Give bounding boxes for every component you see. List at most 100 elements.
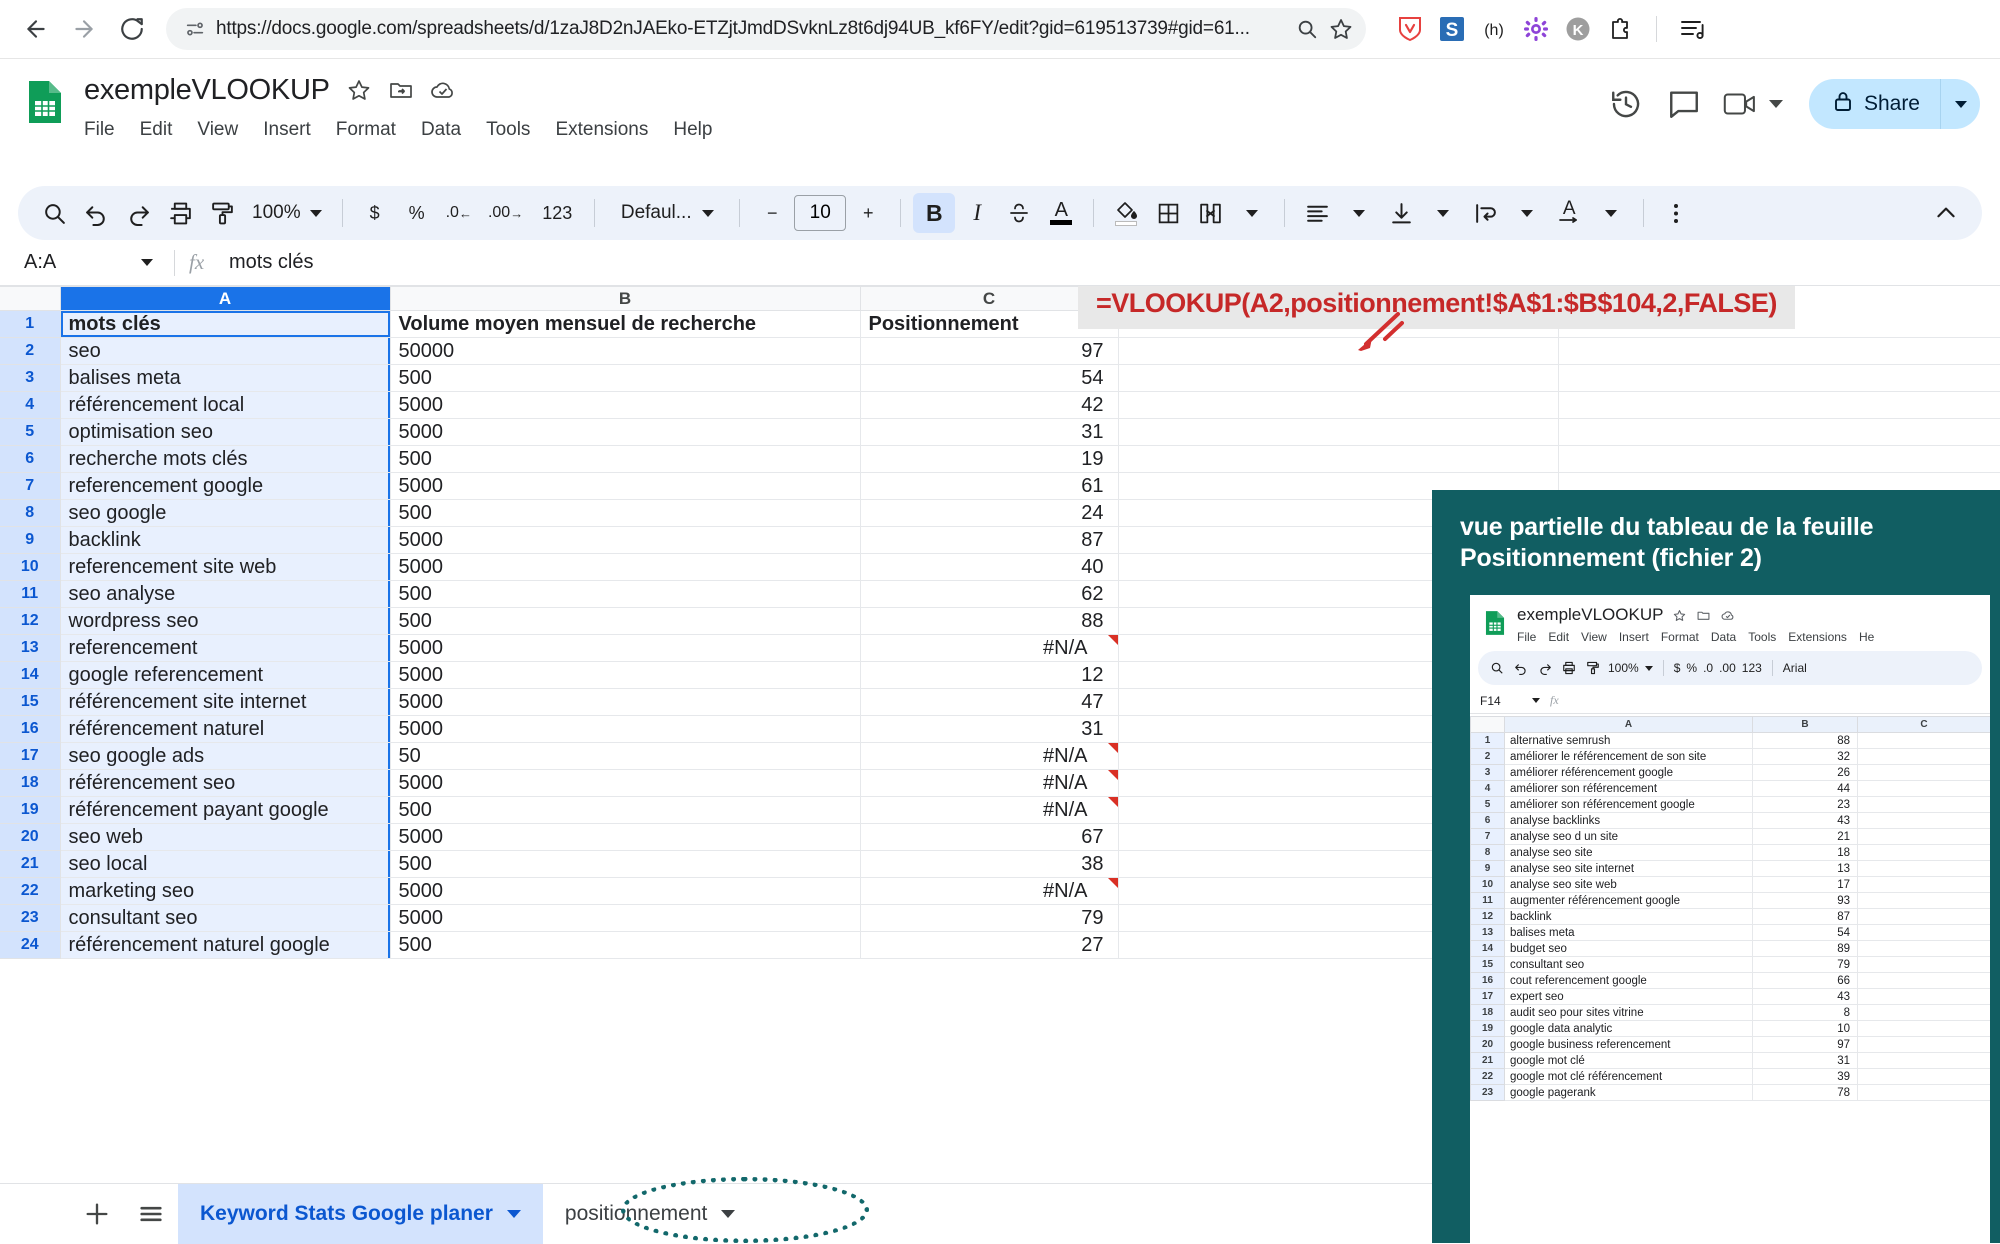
cell-c11[interactable]: 62 [859, 580, 1119, 608]
search-icon[interactable] [34, 193, 74, 233]
vertical-align-icon[interactable] [1381, 193, 1421, 233]
cell-d5[interactable] [1117, 418, 1559, 446]
cell-a24[interactable]: référencement naturel google [59, 931, 391, 959]
document-title[interactable]: exempleVLOOKUP [84, 74, 330, 107]
cell-c4[interactable]: 42 [859, 391, 1119, 419]
forward-button[interactable] [62, 7, 106, 51]
cell-b17[interactable]: 50 [389, 742, 861, 770]
cell-b16[interactable]: 5000 [389, 715, 861, 743]
cell-b8[interactable]: 500 [389, 499, 861, 527]
cell-b4[interactable]: 5000 [389, 391, 861, 419]
cell-c15[interactable]: 47 [859, 688, 1119, 716]
meet-icon[interactable] [1723, 85, 1761, 123]
menu-view[interactable]: View [197, 119, 238, 141]
font-family-selector[interactable]: Defaul... [607, 193, 727, 233]
fill-color-icon[interactable] [1106, 193, 1146, 233]
menu-data[interactable]: Data [421, 119, 461, 141]
cell-c24[interactable]: 27 [859, 931, 1119, 959]
cell-e5[interactable] [1558, 418, 2000, 446]
cell-b7[interactable]: 5000 [389, 472, 861, 500]
chevron-down-icon[interactable] [721, 1209, 736, 1218]
sheet-tab-keyword-stats[interactable]: Keyword Stats Google planer [178, 1183, 543, 1244]
row-number-13[interactable]: 13 [0, 634, 61, 662]
extensions-puzzle-icon[interactable] [1606, 15, 1634, 43]
cell-b22[interactable]: 5000 [389, 877, 861, 905]
cell-a19[interactable]: référencement payant google [59, 796, 391, 824]
increase-decimal-button[interactable]: .00 → [481, 193, 530, 233]
cell-a14[interactable]: google referencement [59, 661, 391, 689]
cell-d4[interactable] [1117, 391, 1559, 419]
bookmark-star-icon[interactable] [1326, 14, 1356, 44]
row-number-16[interactable]: 16 [0, 715, 61, 743]
cell-a18[interactable]: référencement seo [59, 769, 391, 797]
reading-list-icon[interactable] [1679, 15, 1707, 43]
cell-c3[interactable]: 54 [859, 364, 1119, 392]
cell-a9[interactable]: backlink [59, 526, 391, 554]
version-history-icon[interactable] [1607, 85, 1645, 123]
row-number-24[interactable]: 24 [0, 931, 61, 959]
cell-a22[interactable]: marketing seo [59, 877, 391, 905]
cell-a4[interactable]: référencement local [59, 391, 391, 419]
cell-a3[interactable]: balises meta [59, 364, 391, 392]
cell-c9[interactable]: 87 [859, 526, 1119, 554]
cell-d2[interactable] [1117, 337, 1559, 365]
collapse-toolbar-icon[interactable] [1926, 193, 1966, 233]
cell-a15[interactable]: référencement site internet [59, 688, 391, 716]
row-number-22[interactable]: 22 [0, 877, 61, 905]
horizontal-align-icon[interactable] [1297, 193, 1337, 233]
cell-c5[interactable]: 31 [859, 418, 1119, 446]
menu-file[interactable]: File [84, 119, 115, 141]
decrease-font-size-button[interactable]: − [752, 193, 792, 233]
star-icon[interactable] [346, 77, 372, 103]
cell-b5[interactable]: 5000 [389, 418, 861, 446]
cell-a7[interactable]: referencement google [59, 472, 391, 500]
row-number-20[interactable]: 20 [0, 823, 61, 851]
reload-button[interactable] [110, 7, 154, 51]
add-sheet-button[interactable] [70, 1194, 124, 1234]
row-number-4[interactable]: 4 [0, 391, 61, 419]
strikethrough-button[interactable] [999, 193, 1039, 233]
row-number-3[interactable]: 3 [0, 364, 61, 392]
cell-a20[interactable]: seo web [59, 823, 391, 851]
cell-c6[interactable]: 19 [859, 445, 1119, 473]
row-number-7[interactable]: 7 [0, 472, 61, 500]
row-number-10[interactable]: 10 [0, 553, 61, 581]
text-rotation-icon[interactable]: A [1549, 193, 1589, 233]
row-number-17[interactable]: 17 [0, 742, 61, 770]
cell-b13[interactable]: 5000 [389, 634, 861, 662]
cell-b11[interactable]: 500 [389, 580, 861, 608]
purple-gear-icon[interactable] [1522, 15, 1550, 43]
row-number-1[interactable]: 1 [0, 310, 61, 338]
cell-b23[interactable]: 5000 [389, 904, 861, 932]
address-bar[interactable]: https://docs.google.com/spreadsheets/d/1… [166, 8, 1366, 50]
cell-a8[interactable]: seo google [59, 499, 391, 527]
cell-b3[interactable]: 500 [389, 364, 861, 392]
menu-extensions[interactable]: Extensions [555, 119, 648, 141]
back-button[interactable] [14, 7, 58, 51]
row-number-11[interactable]: 11 [0, 580, 61, 608]
cell-c2[interactable]: 97 [859, 337, 1119, 365]
undo-icon[interactable] [76, 193, 116, 233]
cell-a5[interactable]: optimisation seo [59, 418, 391, 446]
cell-b9[interactable]: 5000 [389, 526, 861, 554]
cell-b19[interactable]: 500 [389, 796, 861, 824]
cell-c22[interactable]: #N/A [859, 877, 1119, 905]
italic-button[interactable]: I [957, 193, 997, 233]
chevron-down-icon[interactable] [506, 1209, 521, 1218]
cell-e3[interactable] [1558, 364, 2000, 392]
cell-b1[interactable]: Volume moyen mensuel de recherche [389, 310, 861, 338]
cell-e4[interactable] [1558, 391, 2000, 419]
print-icon[interactable] [160, 193, 200, 233]
name-box[interactable]: A:A [16, 251, 134, 274]
cell-b24[interactable]: 500 [389, 931, 861, 959]
menu-tools[interactable]: Tools [486, 119, 530, 141]
zoom-icon[interactable] [1292, 14, 1322, 44]
valign-dropdown-caret[interactable] [1423, 193, 1463, 233]
cell-b14[interactable]: 5000 [389, 661, 861, 689]
cell-a21[interactable]: seo local [59, 850, 391, 878]
cell-d6[interactable] [1117, 445, 1559, 473]
cell-a1[interactable]: mots clés [59, 310, 391, 338]
k-grey-icon[interactable]: K [1564, 15, 1592, 43]
cell-c8[interactable]: 24 [859, 499, 1119, 527]
percent-format-button[interactable]: % [397, 193, 437, 233]
